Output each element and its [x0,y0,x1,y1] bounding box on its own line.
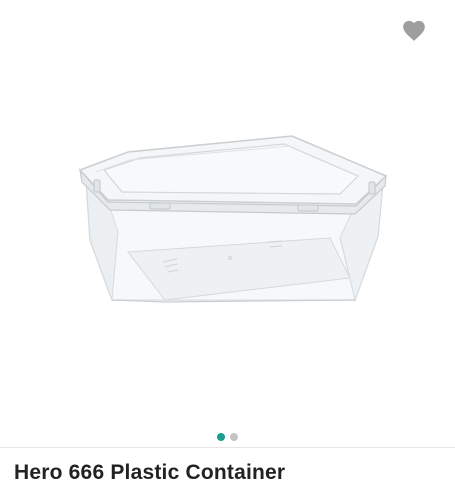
wishlist-button[interactable] [398,14,430,46]
carousel-dot[interactable] [230,433,238,441]
carousel-indicator [0,433,455,441]
product-image[interactable] [0,0,455,447]
product-image-area [0,0,455,447]
product-title: Hero 666 Plastic Container [14,461,286,484]
divider [0,447,455,448]
heart-icon [403,20,425,41]
carousel-dot-active[interactable] [217,433,225,441]
